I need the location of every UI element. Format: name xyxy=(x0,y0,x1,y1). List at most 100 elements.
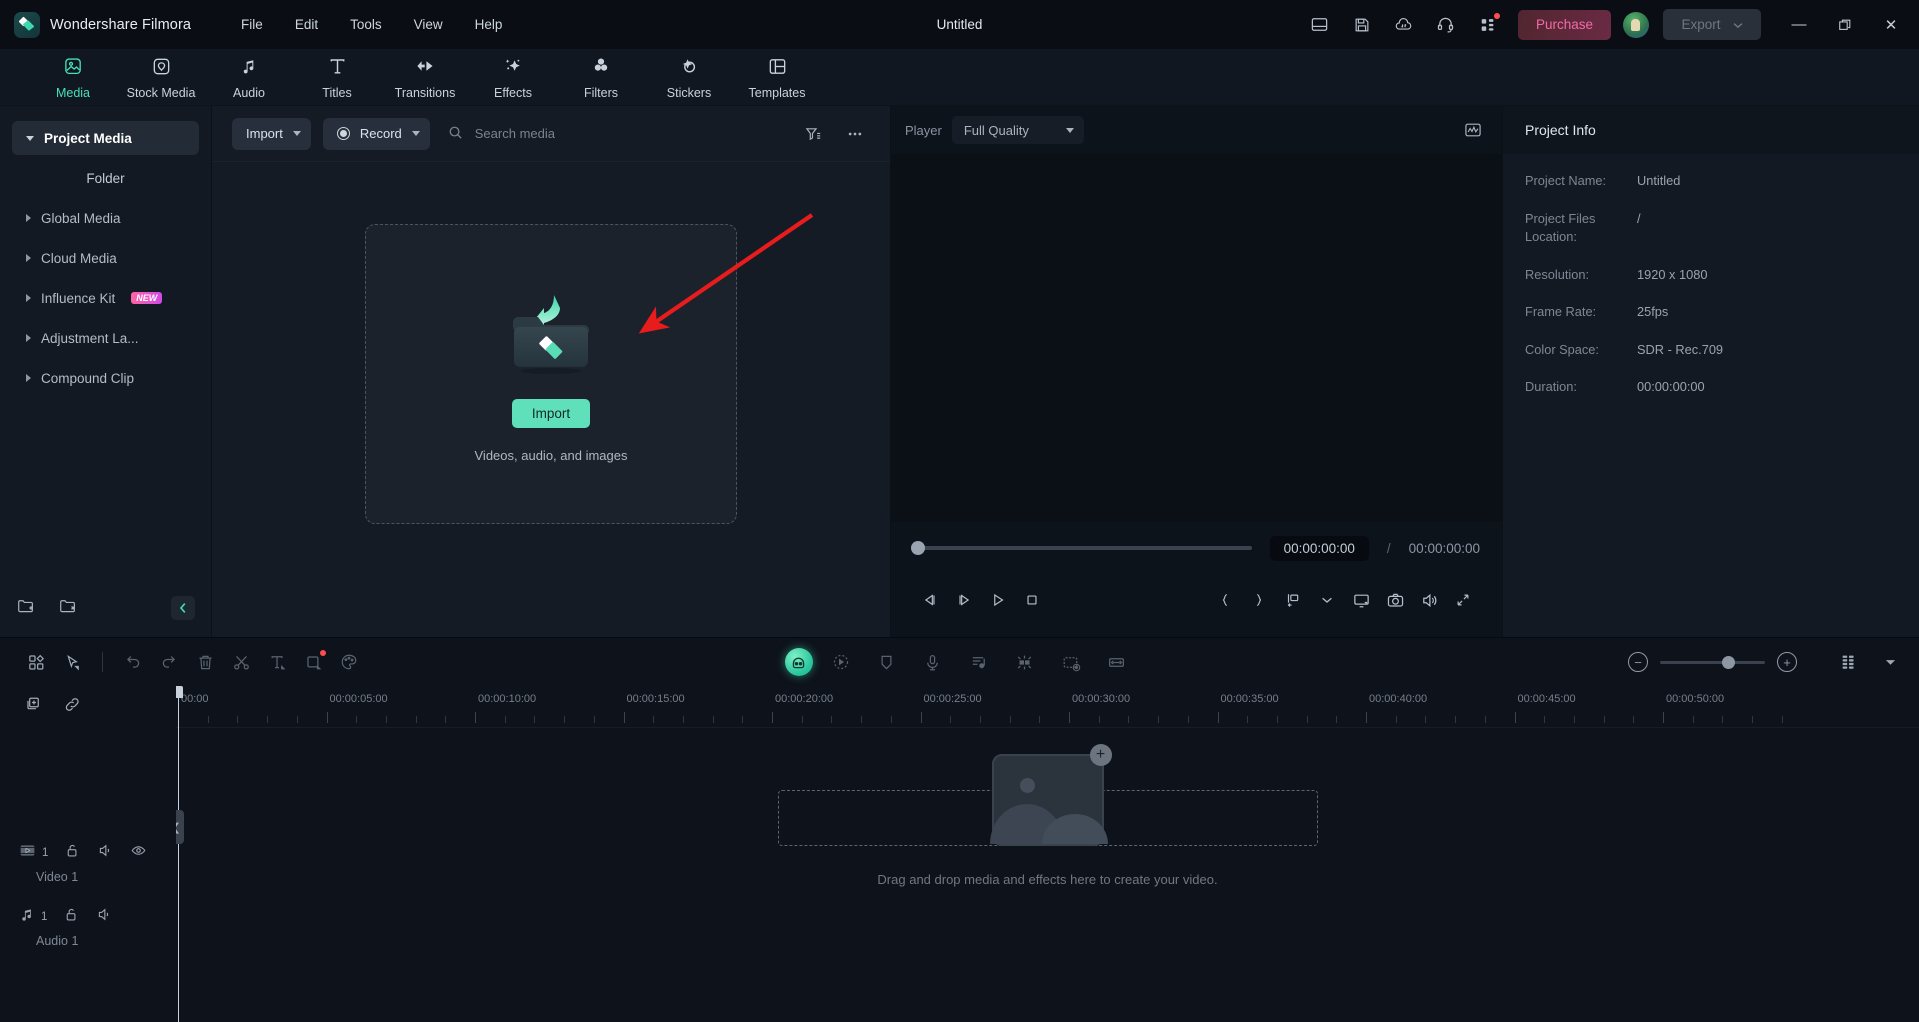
next-frame-icon[interactable] xyxy=(947,583,981,617)
ruler-tick xyxy=(979,716,981,723)
eye-icon[interactable] xyxy=(130,842,147,864)
playback-scrubber[interactable] xyxy=(911,541,1252,555)
volume-icon[interactable] xyxy=(1412,583,1446,617)
split-icon[interactable] xyxy=(223,646,259,678)
player-canvas[interactable] xyxy=(891,154,1502,522)
mask-icon[interactable] xyxy=(869,646,905,678)
purchase-button[interactable]: Purchase xyxy=(1517,9,1611,40)
fit-timeline-icon[interactable] xyxy=(1099,646,1135,678)
audio-mixer-icon[interactable] xyxy=(961,646,997,678)
menu-view[interactable]: View xyxy=(398,11,459,38)
link-icon[interactable] xyxy=(63,695,82,719)
zoom-in-button[interactable]: + xyxy=(1777,652,1797,672)
timeline-canvas[interactable]: ❮ + Drag and drop media and effects here… xyxy=(176,728,1919,1022)
ai-copilot-icon[interactable] xyxy=(784,648,813,676)
tab-media[interactable]: Media xyxy=(30,52,116,104)
zoom-out-button[interactable]: − xyxy=(1628,652,1648,672)
chevron-down-icon[interactable] xyxy=(1879,646,1901,678)
apps-grid-icon[interactable] xyxy=(1468,8,1508,42)
timeline-dropzone[interactable]: + Drag and drop media and effects here t… xyxy=(777,744,1318,887)
menu-file[interactable]: File xyxy=(225,11,279,38)
close-button[interactable]: ✕ xyxy=(1869,8,1913,42)
zoom-slider-knob[interactable] xyxy=(1722,655,1735,669)
ruler-tick xyxy=(861,716,863,723)
mark-in-icon[interactable] xyxy=(1208,583,1242,617)
menu-edit[interactable]: Edit xyxy=(279,11,334,38)
render-dropdown-icon[interactable] xyxy=(1310,583,1344,617)
fullscreen-icon[interactable] xyxy=(1446,583,1480,617)
voiceover-icon[interactable] xyxy=(915,646,951,678)
current-timecode[interactable]: 00:00:00:00 xyxy=(1269,535,1369,561)
redo-icon[interactable] xyxy=(151,646,187,678)
record-dropdown-button[interactable]: Record xyxy=(322,117,430,150)
dropzone-import-button[interactable]: Import xyxy=(511,399,591,428)
prev-frame-icon[interactable] xyxy=(913,583,947,617)
sidebar-item-cloud-media[interactable]: Cloud Media xyxy=(12,241,199,275)
sidebar-item-compound-clip[interactable]: Compound Clip xyxy=(12,361,199,395)
grid-view-icon[interactable] xyxy=(18,646,54,678)
tab-titles[interactable]: Titles xyxy=(294,52,380,104)
sidebar-item-project-media[interactable]: Project Media xyxy=(12,121,199,155)
import-dropdown-button[interactable]: Import xyxy=(232,117,311,150)
quality-select[interactable]: Full Quality xyxy=(951,116,1084,144)
user-avatar[interactable] xyxy=(1623,11,1649,38)
panel-handle[interactable]: ❮ xyxy=(176,810,184,844)
render-preview-icon[interactable] xyxy=(1276,583,1310,617)
layout-icon[interactable] xyxy=(1300,8,1340,42)
keyframe-icon[interactable] xyxy=(1007,646,1043,678)
tab-stock-media[interactable]: Stock Media xyxy=(118,52,204,104)
play-icon[interactable] xyxy=(981,583,1015,617)
menu-help[interactable]: Help xyxy=(459,11,519,38)
color-palette-icon[interactable] xyxy=(331,646,367,678)
select-tool-icon[interactable] xyxy=(54,646,90,678)
display-mode-icon[interactable] xyxy=(1344,583,1378,617)
undo-icon[interactable] xyxy=(115,646,151,678)
zoom-slider[interactable] xyxy=(1660,655,1765,669)
ruler-tick xyxy=(1247,716,1249,723)
markers-icon[interactable] xyxy=(1053,646,1089,678)
tab-stickers[interactable]: Stickers xyxy=(646,52,732,104)
sidebar-item-adjustment-layer[interactable]: Adjustment La... xyxy=(12,321,199,355)
add-track-icon[interactable] xyxy=(24,695,43,719)
maximize-button[interactable] xyxy=(1823,8,1867,42)
crop-tool-icon[interactable] xyxy=(295,646,331,678)
snapshot-camera-icon[interactable] xyxy=(1378,583,1412,617)
stop-icon[interactable] xyxy=(1015,583,1049,617)
sidebar-item-influence-kit[interactable]: Influence Kit NEW xyxy=(12,281,199,315)
filter-icon[interactable] xyxy=(798,119,828,149)
import-dropzone[interactable]: Import Videos, audio, and images xyxy=(365,224,737,524)
auto-reframe-icon[interactable] xyxy=(823,646,859,678)
search-input[interactable] xyxy=(472,125,786,142)
menu-tools[interactable]: Tools xyxy=(334,11,398,38)
sidebar-item-global-media[interactable]: Global Media xyxy=(12,201,199,235)
more-options-icon[interactable] xyxy=(840,119,870,149)
tab-transitions[interactable]: Transitions xyxy=(382,52,468,104)
timeline-scroll[interactable]: 00:00 00:00:05:00 00:00:10:00 00:00:15:00 00… xyxy=(176,686,1919,1022)
collapse-panel-icon[interactable] xyxy=(171,596,195,620)
headset-support-icon[interactable] xyxy=(1426,8,1466,42)
waveform-icon[interactable] xyxy=(1458,115,1488,145)
delete-icon[interactable] xyxy=(187,646,223,678)
cloud-sync-icon[interactable] xyxy=(1384,8,1424,42)
tab-filters[interactable]: Filters xyxy=(558,52,644,104)
new-folder-icon[interactable] xyxy=(16,596,36,621)
scrubber-knob[interactable] xyxy=(911,541,925,555)
tab-audio[interactable]: Audio xyxy=(206,52,292,104)
tab-effects[interactable]: Effects xyxy=(470,52,556,104)
tab-templates[interactable]: Templates xyxy=(734,52,820,104)
mute-icon[interactable] xyxy=(97,842,114,864)
lock-icon[interactable] xyxy=(63,906,80,928)
timeline-right-tools: − + xyxy=(1628,646,1901,678)
export-button[interactable]: Export xyxy=(1663,9,1761,40)
timeline-ruler[interactable]: 00:00 00:00:05:00 00:00:10:00 00:00:15:00 00… xyxy=(176,686,1919,728)
track-density-icon[interactable] xyxy=(1831,646,1867,678)
minimize-button[interactable]: — xyxy=(1777,8,1821,42)
mute-icon[interactable] xyxy=(96,906,113,928)
sidebar-item-folder[interactable]: Folder xyxy=(12,161,199,195)
lock-icon[interactable] xyxy=(64,842,81,864)
save-icon[interactable] xyxy=(1342,8,1382,42)
mark-out-icon[interactable] xyxy=(1242,583,1276,617)
delete-folder-icon[interactable] xyxy=(58,596,78,621)
text-tool-icon[interactable] xyxy=(259,646,295,678)
add-media-icon[interactable]: + xyxy=(1089,744,1112,766)
